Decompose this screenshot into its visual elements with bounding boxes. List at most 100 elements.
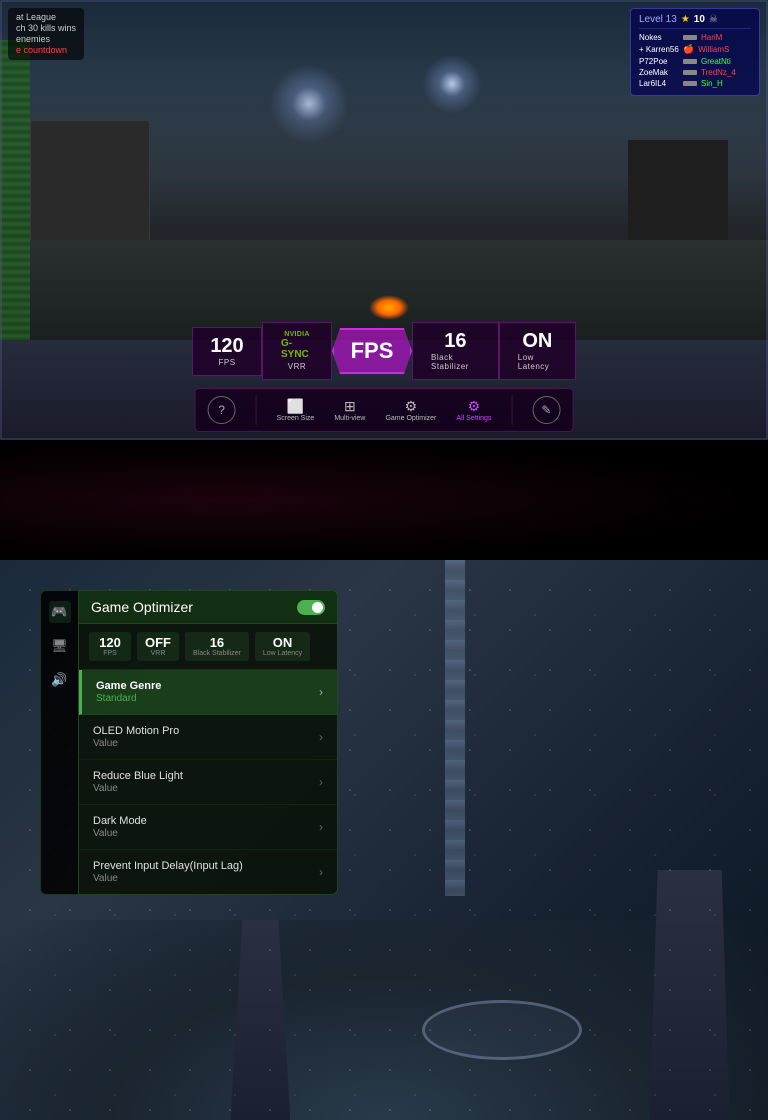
menu-item-input-lag-val: Value (93, 873, 243, 884)
skull-icon: ☠ (709, 14, 718, 25)
fps-label: FPS (218, 358, 235, 367)
low-latency-label: Low Latency (518, 353, 557, 371)
mini-stat-fps: 120 FPS (89, 632, 131, 661)
menu-item-oled-motion[interactable]: OLED Motion Pro Value › (79, 715, 337, 760)
player-row-5: Lar6IL4 Sin_H (639, 79, 751, 88)
gsync-stat: NVIDIA G-SYNC VRR (262, 322, 332, 380)
chevron-right-reduce-blue: › (319, 775, 323, 789)
player-row-2: + Karren56 🍎 WilliamS (639, 44, 751, 55)
game-optimizer-menu-item[interactable]: ⚙ Game Optimizer (385, 398, 436, 422)
menu-divider-1 (256, 395, 257, 425)
middle-section (0, 440, 768, 560)
mini-stat-vrr-value: OFF (145, 636, 171, 649)
stats-bar: 120 FPS NVIDIA G-SYNC VRR FPS 16 Black S… (192, 322, 576, 380)
mini-stat-black-stab: 16 Black Stabilizer (185, 632, 249, 661)
menu-item-oled-motion-left: OLED Motion Pro Value (93, 725, 179, 749)
menu-item-dark-mode-val: Value (93, 828, 147, 839)
optimizer-toggle[interactable] (297, 600, 325, 615)
menu-item-input-lag[interactable]: Prevent Input Delay(Input Lag) Value › (79, 850, 337, 894)
level-number: 10 (694, 14, 705, 25)
menu-item-game-genre[interactable]: Game Genre Standard › (79, 670, 337, 715)
multi-view-menu-item[interactable]: ⊞ Multi-view (334, 398, 365, 422)
menu-item-dark-mode[interactable]: Dark Mode Value › (79, 805, 337, 850)
black-stab-value: 16 (444, 331, 466, 351)
score-line-1: at League (16, 12, 76, 22)
mini-stat-fps-label: FPS (103, 650, 117, 657)
gsync-brand-label: G-SYNC (281, 338, 313, 360)
score-line-4: e countdown (16, 45, 76, 55)
menu-item-game-genre-name: Game Genre (96, 680, 161, 692)
game-optimizer-icon: ⚙ (402, 398, 420, 412)
menu-item-reduce-blue-light-name: Reduce Blue Light (93, 770, 183, 782)
side-icon-sound[interactable]: 🔊 (49, 669, 71, 691)
side-icon-display[interactable]: 🖥 (49, 635, 71, 657)
fps-stat: 120 FPS (192, 327, 262, 376)
menu-item-input-lag-left: Prevent Input Delay(Input Lag) Value (93, 860, 243, 884)
player-row-1: Nokes HariM (639, 33, 751, 42)
screen-size-label: Screen Size (277, 415, 315, 422)
gsync-nvidia-label: NVIDIA (284, 331, 310, 338)
player-row-3: P72Poe GreatNti (639, 57, 751, 66)
menu-item-oled-motion-name: OLED Motion Pro (93, 725, 179, 737)
level-badge: Level 13 ★ 10 ☠ (639, 14, 751, 29)
gun-icon-4 (683, 70, 697, 75)
score-line-3: enemies (16, 34, 76, 44)
gun-icon-3 (683, 59, 697, 64)
menu-item-game-genre-left: Game Genre Standard (96, 680, 161, 704)
optimizer-title: Game Optimizer (91, 599, 193, 615)
side-icon-gamepad[interactable]: 🎮 (49, 601, 71, 623)
mini-stat-black-stab-label: Black Stabilizer (193, 650, 241, 657)
black-stab-stat: 16 Black Stabilizer (412, 322, 499, 380)
all-settings-menu-item[interactable]: ⚙ All Settings (456, 398, 491, 422)
optimizer-panel: Game Optimizer 120 FPS OFF VRR 16 Black … (78, 590, 338, 895)
game-optimizer-label: Game Optimizer (385, 415, 436, 422)
mini-stat-vrr: OFF VRR (137, 632, 179, 661)
all-settings-label: All Settings (456, 415, 491, 422)
gsync-badge: NVIDIA G-SYNC (281, 331, 313, 360)
menu-item-oled-motion-val: Value (93, 738, 179, 749)
fps-center-value: FPS (351, 340, 394, 362)
multi-view-icon: ⊞ (341, 398, 359, 412)
chevron-right-game-genre: › (319, 685, 323, 699)
bottom-game-section: 🎮 🖥 🔊 Game Optimizer 120 FPS OFF VRR (0, 560, 768, 1120)
menu-item-dark-mode-left: Dark Mode Value (93, 815, 147, 839)
menu-divider-2 (511, 395, 512, 425)
screen-size-menu-item[interactable]: ⬜ Screen Size (277, 398, 315, 422)
star-icon: ★ (681, 14, 690, 25)
level-label: Level 13 (639, 14, 677, 25)
muzzle-flash (369, 295, 409, 320)
side-icon-bar: 🎮 🖥 🔊 (40, 590, 78, 895)
gun-icon-1 (683, 35, 697, 40)
gsync-vrr-label: VRR (288, 362, 306, 371)
mini-stat-latency-value: ON (273, 636, 293, 649)
mini-stats-bar: 120 FPS OFF VRR 16 Black Stabilizer ON L… (79, 624, 337, 670)
help-icon: ? (218, 403, 225, 417)
chevron-right-dark-mode: › (319, 820, 323, 834)
edit-button[interactable]: ✎ (532, 396, 560, 424)
low-latency-stat: ON Low Latency (499, 322, 576, 380)
chevron-right-oled-motion: › (319, 730, 323, 744)
score-line-2: ch 30 kills wins (16, 23, 76, 33)
mini-stat-black-stab-value: 16 (210, 636, 224, 649)
green-fence (0, 40, 30, 340)
black-stab-label: Black Stabilizer (431, 353, 480, 371)
menu-item-reduce-blue-light-val: Value (93, 783, 183, 794)
help-button[interactable]: ? (208, 396, 236, 424)
top-game-section: at League ch 30 kills wins enemies e cou… (0, 0, 768, 440)
screen-size-icon: ⬜ (286, 398, 304, 412)
menu-item-input-lag-name: Prevent Input Delay(Input Lag) (93, 860, 243, 872)
bottom-menu-bar: ? ⬜ Screen Size ⊞ Multi-view ⚙ Game Opti… (195, 388, 574, 432)
mini-stat-latency: ON Low Latency (255, 632, 310, 661)
menu-item-reduce-blue-light[interactable]: Reduce Blue Light Value › (79, 760, 337, 805)
optimizer-header: Game Optimizer (79, 591, 337, 624)
fps-value: 120 (210, 336, 243, 356)
menu-item-reduce-blue-light-left: Reduce Blue Light Value (93, 770, 183, 794)
game-background-top: at League ch 30 kills wins enemies e cou… (0, 0, 768, 440)
all-settings-icon: ⚙ (465, 398, 483, 412)
scoreboard-panel: Level 13 ★ 10 ☠ Nokes HariM + Karren56 🍎… (630, 8, 760, 96)
mini-stat-fps-value: 120 (99, 636, 121, 649)
score-left-panel: at League ch 30 kills wins enemies e cou… (8, 8, 84, 60)
menu-item-dark-mode-name: Dark Mode (93, 815, 147, 827)
multi-view-label: Multi-view (334, 415, 365, 422)
fps-center-stat: FPS (332, 328, 412, 374)
